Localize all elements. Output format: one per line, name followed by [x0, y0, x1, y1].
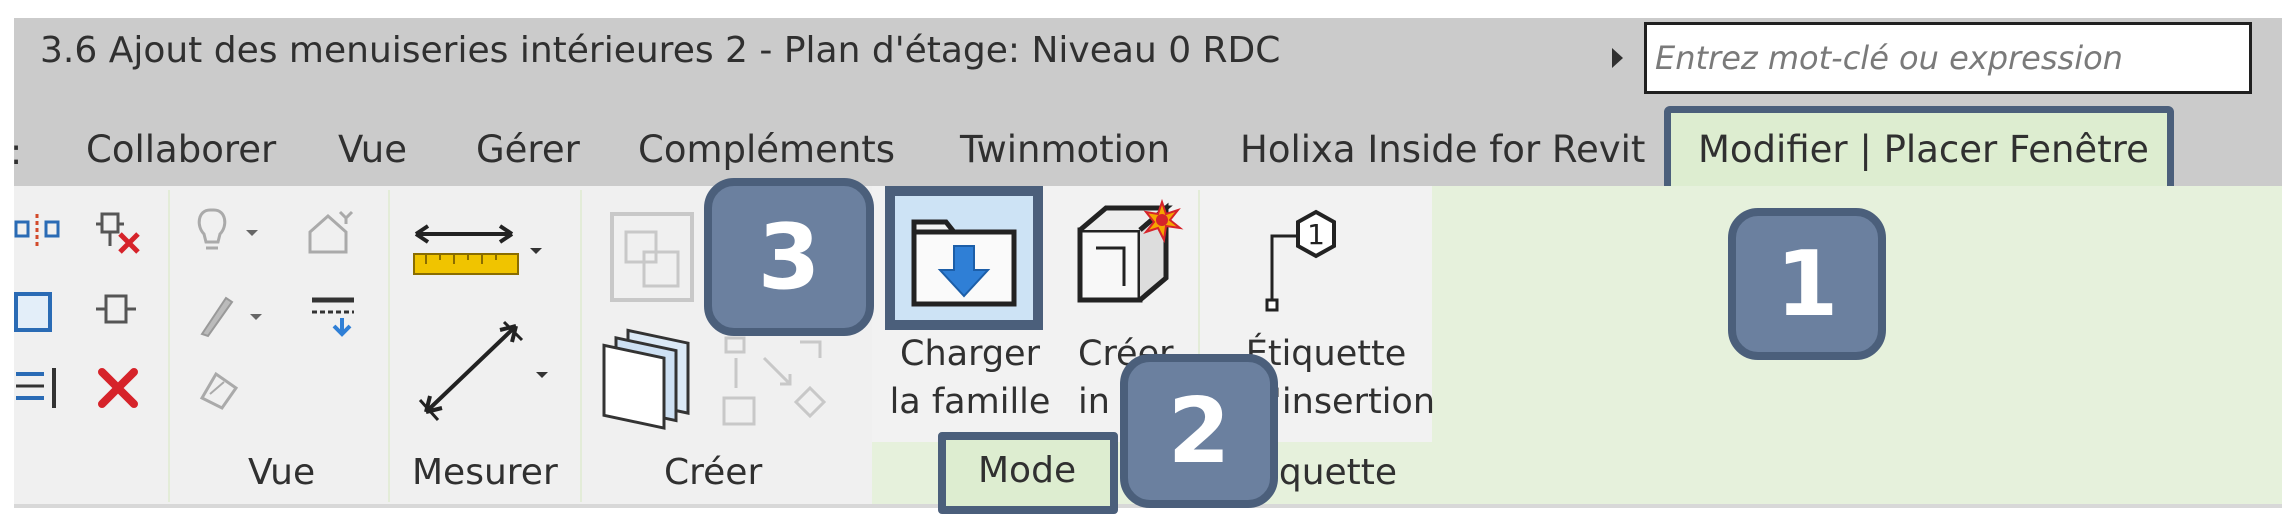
measure-between-refs-icon[interactable]: [412, 218, 552, 288]
callout-badge-1: 1: [1728, 208, 1886, 360]
group-label-vue: Vue: [248, 452, 316, 493]
group-label-mode: Mode: [978, 450, 1077, 491]
tab-twinmotion[interactable]: Twinmotion: [960, 128, 1170, 171]
group-separator: [168, 190, 170, 502]
tab-complements[interactable]: Compléments: [638, 128, 895, 171]
group-label-creer: Créer: [664, 452, 763, 493]
offset-icon[interactable]: [14, 288, 60, 338]
load-family-icon: [911, 219, 1017, 307]
tab-modifier-placer-fenetre-label: Modifier | Placer Fenêtre: [1698, 128, 2149, 171]
house-view-icon[interactable]: [306, 208, 362, 258]
tab-holixa[interactable]: Holixa Inside for Revit: [1240, 128, 1645, 171]
tab-vue[interactable]: Vue: [338, 128, 407, 171]
create-parts-icon[interactable]: [598, 318, 718, 438]
tab-collaborer[interactable]: Collaborer: [86, 128, 276, 171]
lightbulb-icon[interactable]: [196, 206, 266, 262]
unpin-icon[interactable]: [92, 206, 148, 258]
measure-along-element-icon[interactable]: [412, 316, 552, 426]
cut-profile-icon[interactable]: [196, 368, 246, 412]
expand-arrow-icon[interactable]: [1612, 48, 1623, 68]
tag-on-placement-icon[interactable]: 1: [1256, 206, 1380, 316]
create-in-place-icon[interactable]: [1066, 196, 1194, 316]
create-similar-icon[interactable]: [720, 328, 830, 438]
group-separator: [388, 190, 390, 502]
pin-icon[interactable]: [92, 290, 148, 334]
paint-brush-icon[interactable]: [196, 290, 272, 342]
array-icon[interactable]: [14, 364, 64, 414]
search-input[interactable]: Entrez mot-clé ou expression: [1644, 22, 2252, 94]
load-family-label-2: la famille: [889, 382, 1051, 422]
tab-partial-colon: :: [10, 132, 23, 173]
tab-gerer[interactable]: Gérer: [476, 128, 580, 171]
align-icon[interactable]: [14, 210, 64, 250]
load-family-label-1: Charger: [900, 334, 1040, 374]
group-separator: [580, 190, 582, 502]
callout-badge-3: 3: [704, 178, 874, 336]
window-title: 3.6 Ajout des menuiseries intérieures 2 …: [40, 30, 1281, 71]
callout-badge-2: 2: [1120, 354, 1278, 508]
svg-text:1: 1: [1307, 218, 1325, 251]
group-label-mesurer: Mesurer: [412, 452, 558, 493]
delete-icon[interactable]: [96, 366, 142, 412]
linework-icon[interactable]: [306, 290, 366, 342]
